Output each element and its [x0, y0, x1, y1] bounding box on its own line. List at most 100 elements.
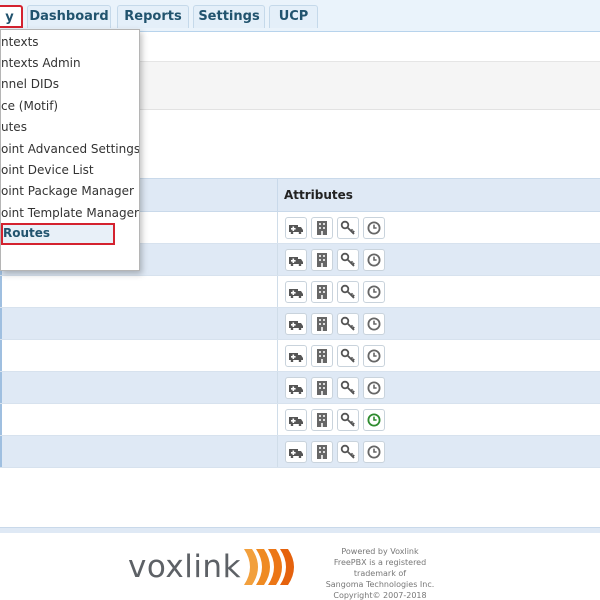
tab-settings-label: Settings [198, 9, 260, 24]
column-divider [277, 276, 278, 307]
menu-item-outbound-routes[interactable]: Routes [3, 224, 113, 242]
emergency-icon[interactable] [285, 281, 307, 303]
key-icon[interactable] [337, 281, 359, 303]
column-divider [277, 179, 278, 211]
key-icon[interactable] [337, 313, 359, 335]
menu-item-channel-dids[interactable]: nnel DIDs [1, 74, 139, 95]
powered-by: Powered by Voxlink [341, 547, 419, 556]
clock-icon[interactable] [363, 377, 385, 399]
key-icon[interactable] [337, 345, 359, 367]
clock-icon[interactable] [363, 345, 385, 367]
building-icon[interactable] [311, 217, 333, 239]
clock-icon[interactable] [363, 441, 385, 463]
tab-ucp[interactable]: UCP [269, 5, 318, 28]
emergency-icon[interactable] [285, 345, 307, 367]
menu-item-endpoint-advanced-settings[interactable]: oint Advanced Settings [1, 139, 139, 160]
column-divider [277, 308, 278, 339]
building-icon[interactable] [311, 441, 333, 463]
building-icon[interactable] [311, 377, 333, 399]
menu-item-endpoint-template-manager[interactable]: oint Template Manager [1, 203, 139, 224]
row-edge [0, 308, 2, 339]
menu-item-label: nnel DIDs [1, 77, 60, 91]
menu-item-label: oint Device List [1, 163, 94, 177]
emergency-icon[interactable] [285, 217, 307, 239]
attribute-icons [285, 377, 385, 399]
building-icon[interactable] [311, 281, 333, 303]
tab-ucp-label: UCP [278, 9, 309, 24]
clock-icon[interactable] [363, 313, 385, 335]
column-divider [277, 212, 278, 243]
column-divider [277, 436, 278, 467]
attribute-icons [285, 345, 385, 367]
clock-icon[interactable] [363, 409, 385, 431]
tab-dashboard-label: Dashboard [29, 9, 109, 24]
table-row[interactable] [0, 308, 600, 340]
column-divider [277, 244, 278, 275]
table-row[interactable] [0, 340, 600, 372]
clock-icon[interactable] [363, 281, 385, 303]
attribute-icons [285, 313, 385, 335]
table-row[interactable] [0, 436, 600, 468]
attribute-icons [285, 409, 385, 431]
column-divider [277, 340, 278, 371]
emergency-icon[interactable] [285, 441, 307, 463]
connectivity-dropdown-menu: ntexts ntexts Admin nnel DIDs ce (Motif) ute… [0, 29, 140, 271]
menu-item-device-motif[interactable]: ce (Motif) [1, 96, 139, 117]
key-icon[interactable] [337, 409, 359, 431]
emergency-icon[interactable] [285, 409, 307, 431]
menu-item-label: oint Package Manager [1, 184, 134, 198]
voxlink-logo-waves-icon [244, 549, 294, 585]
building-icon[interactable] [311, 345, 333, 367]
attribute-icons [285, 217, 385, 239]
header-attributes: Attributes [284, 188, 353, 202]
row-edge [0, 436, 2, 467]
key-icon[interactable] [337, 441, 359, 463]
tab-connectivity[interactable]: y [0, 5, 23, 28]
row-edge [0, 340, 2, 371]
row-edge [0, 276, 2, 307]
building-icon[interactable] [311, 249, 333, 271]
menu-item-label: Routes [3, 226, 51, 240]
row-edge [0, 372, 2, 403]
table-row[interactable] [0, 276, 600, 308]
trademark-line-1: FreePBX is a registered trademark of [333, 558, 427, 578]
emergency-icon[interactable] [285, 249, 307, 271]
menu-item-label: oint Template Manager [1, 206, 139, 220]
menu-item-label: ntexts Admin [1, 56, 81, 70]
attribute-icons [285, 281, 385, 303]
tab-dashboard[interactable]: Dashboard [27, 5, 111, 28]
voxlink-logo-text: voxlink [128, 549, 242, 585]
clock-icon[interactable] [363, 249, 385, 271]
key-icon[interactable] [337, 217, 359, 239]
menu-item-label: ntexts [1, 35, 39, 49]
tab-reports-label: Reports [124, 9, 182, 24]
building-icon[interactable] [311, 409, 333, 431]
tab-connectivity-label: y [5, 10, 14, 25]
menu-item-contexts[interactable]: ntexts [1, 32, 139, 53]
row-edge [0, 404, 2, 435]
column-divider [277, 372, 278, 403]
key-icon[interactable] [337, 377, 359, 399]
table-row[interactable] [0, 404, 600, 436]
menu-item-endpoint-package-manager[interactable]: oint Package Manager [1, 181, 139, 202]
menu-item-label: ce (Motif) [1, 99, 59, 113]
menu-item-contexts-admin[interactable]: ntexts Admin [1, 53, 139, 74]
column-divider [277, 404, 278, 435]
attribute-icons [285, 249, 385, 271]
footer-legal: Powered by Voxlink FreePBX is a register… [320, 546, 440, 600]
clock-icon[interactable] [363, 217, 385, 239]
attribute-icons [285, 441, 385, 463]
menu-item-endpoint-device-list[interactable]: oint Device List [1, 160, 139, 181]
copyright: Copyright© 2007-2018 [333, 591, 427, 600]
tab-reports[interactable]: Reports [117, 5, 189, 28]
emergency-icon[interactable] [285, 313, 307, 335]
emergency-icon[interactable] [285, 377, 307, 399]
top-nav: y Dashboard Reports Settings UCP [0, 0, 600, 32]
menu-item-routes[interactable]: utes [1, 117, 139, 138]
tab-settings[interactable]: Settings [193, 5, 265, 28]
trademark-line-2: Sangoma Technologies Inc. [325, 580, 435, 589]
table-row[interactable] [0, 372, 600, 404]
menu-item-label: oint Advanced Settings [1, 142, 139, 156]
building-icon[interactable] [311, 313, 333, 335]
key-icon[interactable] [337, 249, 359, 271]
